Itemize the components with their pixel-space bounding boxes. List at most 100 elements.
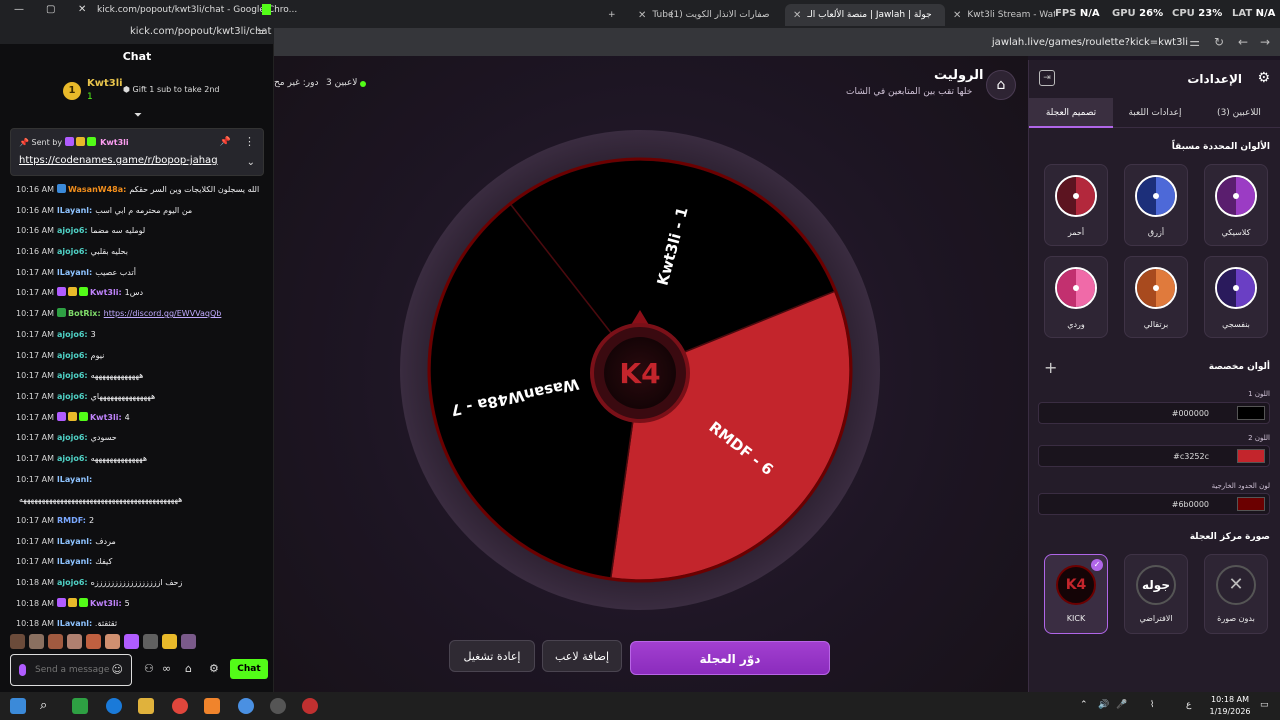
message-username[interactable]: ajojo6: <box>57 392 88 401</box>
store-icon[interactable]: ⌂ <box>185 662 192 675</box>
color1-input[interactable] <box>1045 406 1209 420</box>
mic-icon[interactable] <box>19 664 26 676</box>
message-username[interactable]: BotRix: <box>68 309 101 318</box>
back-icon[interactable]: ← <box>1238 35 1248 49</box>
tune-icon[interactable]: ⚌ <box>257 26 266 37</box>
pinned-link[interactable]: https://codenames.game/r/bopop-jahag <box>19 155 218 166</box>
chevron-down-icon[interactable]: ⌄ <box>247 157 255 168</box>
windows-start-icon[interactable] <box>10 698 26 714</box>
border-color-swatch[interactable] <box>1237 497 1265 511</box>
center-image-none[interactable]: ✕ بدون صورة <box>1204 554 1268 634</box>
forward-icon[interactable]: → <box>1260 35 1270 49</box>
preset-swatch[interactable]: برتقالي <box>1124 256 1188 338</box>
preset-swatch[interactable]: بنفسجي <box>1204 256 1268 338</box>
message-username[interactable]: RMDF: <box>57 516 86 525</box>
message-username[interactable]: ajojo6: <box>57 371 88 380</box>
emote-icon[interactable] <box>29 634 44 649</box>
chat-url[interactable]: kick.com/popout/kwt3li/chat <box>130 26 271 37</box>
reload-icon[interactable]: ↻ <box>1214 35 1224 49</box>
more-icon[interactable]: ⋮ <box>244 135 255 148</box>
search-icon[interactable]: ⌕ <box>40 698 56 714</box>
chat-input-box[interactable]: ☺ <box>10 654 132 686</box>
message-username[interactable]: lLayanl: <box>57 475 92 484</box>
chat-message-input[interactable] <box>35 658 115 682</box>
browser-tab-sirens[interactable]: (1) صفارات الانذار الكويت <box>662 4 780 26</box>
emote-icon[interactable] <box>105 634 120 649</box>
tune-icon[interactable]: ⚌ <box>1189 35 1200 49</box>
spin-button[interactable]: دوّر العجلة <box>630 641 830 675</box>
gift-top-user[interactable]: Kwt3li <box>87 78 123 89</box>
message-username[interactable]: lLayanl: <box>57 206 92 215</box>
preset-swatch[interactable]: وردي <box>1044 256 1108 338</box>
close-icon[interactable]: ✕ <box>793 10 801 21</box>
filter-icon[interactable]: ⏷ <box>134 110 142 121</box>
message-link[interactable]: https://discord.gg/EWVVaqQb <box>104 309 222 318</box>
app-icon[interactable] <box>204 698 220 714</box>
close-icon[interactable]: ✕ <box>953 10 961 21</box>
emote-icon[interactable] <box>10 634 25 649</box>
preset-swatch[interactable]: كلاسيكي <box>1204 164 1268 246</box>
emote-icon[interactable] <box>162 634 177 649</box>
volume-icon[interactable]: 🔊 <box>1098 700 1109 710</box>
home-button[interactable]: ⌂ <box>986 70 1016 100</box>
chat-message-list[interactable]: 10:16 AM WasanW48a: الله يسجلون الكلايجات … <box>0 180 272 626</box>
browser-tab-jawlah[interactable]: ✕ منصة الألعاب الـ | Jawlah | جولة <box>785 4 945 26</box>
message-username[interactable]: lLayanl: <box>57 268 92 277</box>
emote-icon[interactable] <box>181 634 196 649</box>
message-username[interactable]: WasanW48a: <box>68 185 126 194</box>
chevron-up-icon[interactable]: ⌃ <box>1080 700 1088 710</box>
app-icon[interactable] <box>302 698 318 714</box>
pinned-message[interactable]: 📌 Sent by Kwt3li 📌 ⋮ https://codenames.g… <box>10 128 264 176</box>
gear-icon[interactable] <box>270 698 286 714</box>
language-indicator[interactable]: ع <box>1186 700 1191 710</box>
tab-players[interactable]: اللاعبين (3) <box>1197 98 1280 128</box>
message-username[interactable]: lLayanl: <box>57 557 92 566</box>
message-username[interactable]: ajojo6: <box>57 454 88 463</box>
color1-swatch[interactable] <box>1237 406 1265 420</box>
gear-icon[interactable]: ⚙ <box>209 662 219 675</box>
wifi-icon[interactable]: ⌇ <box>1150 700 1154 710</box>
message-username[interactable]: ajojo6: <box>57 351 88 360</box>
chrome-icon[interactable] <box>172 698 188 714</box>
roulette-wheel[interactable]: K4 Kwt3li - 1 RMDF - 6 WasanW48a - 7 <box>398 128 882 612</box>
app-icon[interactable] <box>238 698 254 714</box>
emote-icon[interactable] <box>124 634 139 649</box>
close-icon[interactable]: ✕ <box>638 10 646 21</box>
message-username[interactable]: ajojo6: <box>57 433 88 442</box>
tab-wheel-design[interactable]: تصميم العجلة <box>1029 98 1113 128</box>
mic-icon[interactable]: 🎤 <box>1116 700 1127 710</box>
message-username[interactable]: Kwt3li: <box>90 413 122 422</box>
emoji-icon[interactable]: ☺ <box>112 663 123 676</box>
url-text[interactable]: jawlah.live/games/roulette?kick=kwt3li <box>992 37 1188 48</box>
app-store-icon[interactable] <box>72 698 88 714</box>
add-custom-color-icon[interactable]: + <box>1044 358 1057 377</box>
emote-icon[interactable] <box>48 634 63 649</box>
pin-icon[interactable]: 📌 <box>220 137 231 147</box>
gift-prompt[interactable]: ⬢ Gift 1 sub to take 2nd <box>123 85 219 94</box>
preset-swatch[interactable]: أحمر <box>1044 164 1108 246</box>
message-username[interactable]: ajojo6: <box>57 578 88 587</box>
message-username[interactable]: lLayanl: <box>57 619 92 626</box>
message-username[interactable]: lLayanl: <box>57 537 92 546</box>
tab-game-settings[interactable]: إعدادات اللعبة <box>1113 98 1197 128</box>
emote-icon[interactable] <box>143 634 158 649</box>
border-color-input[interactable] <box>1045 497 1209 511</box>
chat-send-button[interactable]: Chat <box>230 659 268 679</box>
message-username[interactable]: Kwt3li: <box>90 288 122 297</box>
restart-button[interactable]: إعادة تشغيل <box>449 640 535 672</box>
new-tab-button[interactable]: + <box>600 4 630 26</box>
message-username[interactable]: Kwt3li: <box>90 599 122 608</box>
preset-swatch[interactable]: أزرق <box>1124 164 1188 246</box>
collapse-panel-icon[interactable]: ⇥ <box>1039 70 1055 86</box>
minimize-icon[interactable]: — <box>14 4 24 15</box>
message-username[interactable]: ajojo6: <box>57 226 88 235</box>
emote-icon[interactable] <box>86 634 101 649</box>
message-username[interactable]: ajojo6: <box>57 247 88 256</box>
add-player-button[interactable]: إضافة لاعب <box>542 640 622 672</box>
close-window-icon[interactable]: ✕ <box>78 4 86 15</box>
browser-tab-kick-stream[interactable]: ✕ Kwt3li Stream - Watch Live on <box>945 4 1055 26</box>
notification-icon[interactable]: ▭ <box>1260 700 1269 710</box>
maximize-icon[interactable]: ▢ <box>46 4 55 15</box>
users-icon[interactable]: ⚇ <box>144 662 154 675</box>
infinity-icon[interactable]: ∞ <box>162 662 171 675</box>
